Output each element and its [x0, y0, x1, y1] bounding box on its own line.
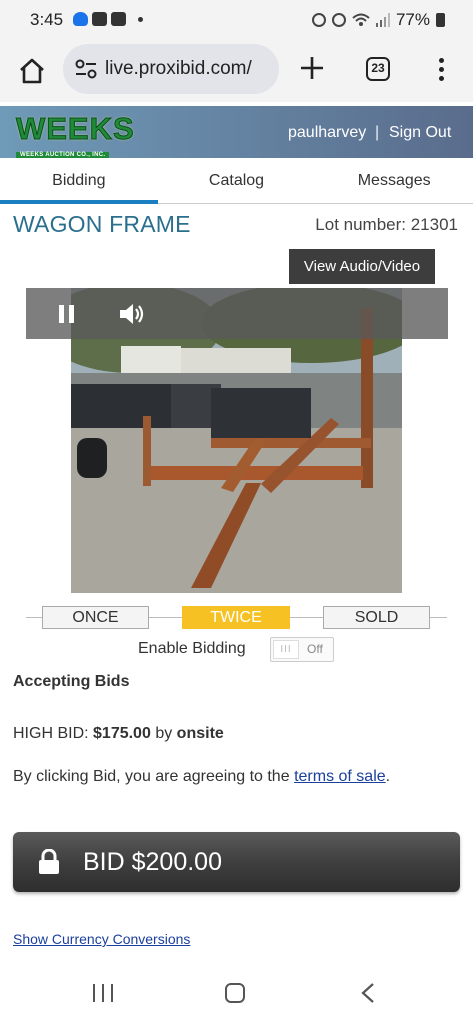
address-bar[interactable]: live.proxibid.com/	[63, 44, 279, 94]
status-twice: TWICE	[182, 606, 290, 629]
new-tab-icon[interactable]	[298, 54, 326, 82]
battery-percent: 77%	[395, 10, 430, 29]
tab-catalog[interactable]: Catalog	[158, 158, 316, 203]
pause-icon[interactable]	[59, 305, 77, 323]
terms-notice: By clicking Bid, you are agreeing to the…	[13, 768, 390, 786]
hotspot-icon	[331, 13, 346, 27]
home-nav-icon[interactable]	[225, 983, 245, 1003]
video-controls	[26, 288, 448, 339]
bid-button[interactable]: BID $200.00	[13, 832, 460, 892]
view-audio-video-button[interactable]: View Audio/Video	[289, 249, 435, 284]
status-bar: 3:45 77%	[0, 0, 473, 40]
terms-suffix: .	[385, 768, 391, 785]
terms-of-sale-link[interactable]: terms of sale	[294, 768, 386, 785]
lock-icon	[39, 849, 59, 874]
username-link[interactable]: paulharvey	[288, 124, 366, 142]
site-settings-icon[interactable]	[75, 59, 97, 79]
site-header: WEEKS WEEKS AUCTION CO., INC. paulharvey…	[0, 106, 473, 158]
youtube-icon	[111, 12, 126, 26]
accepting-bids-text: Accepting Bids	[13, 673, 130, 690]
notification-icons	[73, 12, 143, 26]
high-bid-amount: $175.00	[93, 725, 151, 742]
tab-switcher-button[interactable]: 23	[366, 57, 390, 81]
tab-bidding[interactable]: Bidding	[0, 158, 158, 204]
telegram-icon	[73, 12, 88, 26]
more-notifications-dot	[138, 16, 143, 22]
wifi-icon	[352, 13, 370, 26]
currency-conversions-link[interactable]: Show Currency Conversions	[13, 931, 190, 947]
recent-apps-icon[interactable]	[93, 984, 113, 1002]
lot-title: WAGON FRAME	[13, 211, 191, 237]
signal-icon	[375, 13, 390, 27]
sign-out-link[interactable]: Sign Out	[389, 124, 451, 142]
high-bid-by: by	[155, 725, 173, 742]
volume-icon[interactable]	[118, 301, 146, 327]
status-once: ONCE	[42, 606, 149, 629]
tab-messages[interactable]: Messages	[315, 158, 473, 203]
url-text[interactable]: live.proxibid.com/	[105, 58, 271, 80]
bid-button-label: BID $200.00	[83, 848, 222, 876]
weeks-logo[interactable]: WEEKS WEEKS AUCTION CO., INC.	[16, 113, 134, 158]
high-bid: HIGH BID: $175.00 by onsite	[13, 725, 224, 743]
system-nav-bar	[0, 960, 473, 1024]
enable-bidding-toggle[interactable]: III Off	[270, 637, 334, 662]
back-icon[interactable]	[360, 982, 376, 1004]
high-bidder: onsite	[176, 725, 224, 742]
toggle-knob[interactable]: III	[273, 640, 299, 659]
enable-bidding-label: Enable Bidding	[138, 640, 246, 657]
toggle-state: Off	[307, 642, 323, 656]
high-bid-label: HIGH BID:	[13, 725, 89, 742]
more-menu-icon[interactable]	[434, 56, 448, 84]
alarm-icon	[311, 13, 326, 27]
header-separator: |	[375, 124, 380, 141]
main-tabs: Bidding Catalog Messages	[0, 158, 473, 204]
home-icon[interactable]	[18, 57, 46, 85]
youtube-icon	[92, 12, 107, 26]
browser-toolbar: live.proxibid.com/ 23	[0, 40, 473, 102]
battery-icon	[436, 13, 445, 27]
system-icons: 77%	[311, 10, 445, 30]
status-sold: SOLD	[323, 606, 430, 629]
lot-number: Lot number: 21301	[315, 215, 458, 234]
status-time: 3:45	[30, 10, 64, 29]
terms-prefix: By clicking Bid, you are agreeing to the	[13, 768, 290, 785]
